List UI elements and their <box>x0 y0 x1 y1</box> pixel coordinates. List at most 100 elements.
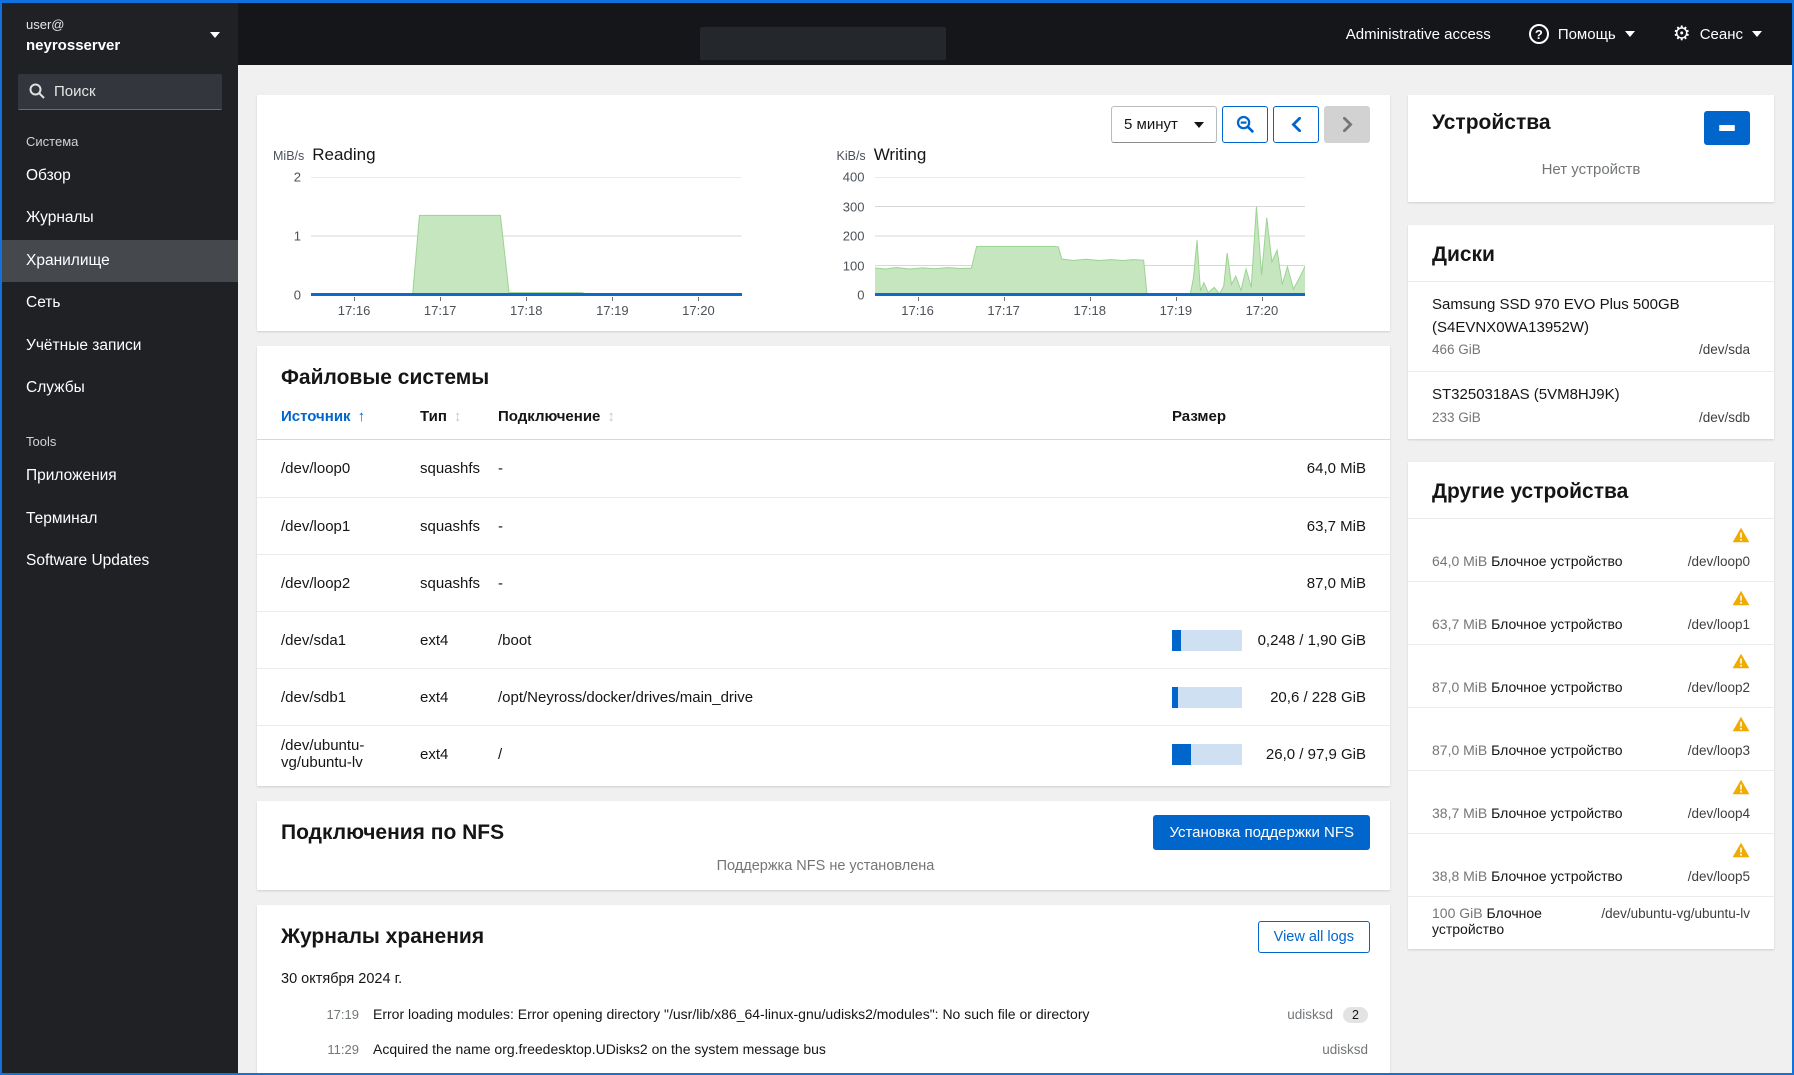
device-path: /dev/loop1 <box>1688 617 1750 632</box>
column-header-type[interactable]: Тип↕ <box>420 408 498 425</box>
log-entry[interactable]: 11:29 Acquired the name org.freedesktop.… <box>281 1032 1370 1066</box>
chevron-down-icon <box>1752 31 1762 37</box>
storage-page: 5 минут MiB/s <box>238 65 1792 1073</box>
writing-plot-area <box>875 177 1306 295</box>
reading-baseline <box>311 293 742 296</box>
scroll-left-button[interactable] <box>1273 106 1319 143</box>
writing-baseline <box>875 293 1306 296</box>
masthead-redacted-area <box>700 27 946 60</box>
sidebar-item-label: Хранилище <box>26 252 110 269</box>
nfs-empty-state: Поддержка NFS не установлена <box>281 850 1370 874</box>
user-menu[interactable]: user@ neyrosserver <box>2 3 238 64</box>
device-path: /dev/loop0 <box>1688 554 1750 569</box>
device-size: 100 GiB <box>1432 905 1483 921</box>
devices-title: Устройства <box>1432 111 1551 135</box>
usage-bar-fill <box>1172 744 1191 765</box>
fs-mount-point: /opt/Neyross/docker/drives/main_drive <box>498 689 1172 706</box>
filesystem-row[interactable]: /dev/sda1 ext4 /boot 0,248 / 1,90 GiB <box>257 611 1390 668</box>
sidebar-item[interactable]: Журналы <box>2 197 238 240</box>
fs-size: 0,248 / 1,90 GiB <box>1258 632 1366 649</box>
disks-list: Samsung SSD 970 EVO Plus 500GB (S4EVNX0W… <box>1408 281 1774 439</box>
fs-size: 63,7 MiB <box>1307 518 1366 535</box>
sidebar-item-label: Приложения <box>26 467 117 484</box>
device-path: /dev/loop3 <box>1688 743 1750 758</box>
user-name: user@ <box>26 15 120 35</box>
help-icon: ? <box>1529 24 1549 44</box>
usage-bar <box>1172 630 1242 651</box>
fs-size: 87,0 MiB <box>1307 575 1366 592</box>
fs-source: /dev/sdb1 <box>281 689 420 706</box>
fs-mount-point: /boot <box>498 632 1172 649</box>
view-all-logs-button[interactable]: View all logs <box>1258 921 1370 953</box>
device-path: /dev/loop2 <box>1688 680 1750 695</box>
usage-bar-fill <box>1172 687 1178 708</box>
fs-type: squashfs <box>420 575 498 592</box>
zoom-out-button[interactable] <box>1222 106 1268 143</box>
log-entry[interactable]: 17:19 Error loading modules: Error openi… <box>281 997 1370 1032</box>
disk-name: Samsung SSD 970 EVO Plus 500GB (S4EVNX0W… <box>1432 294 1750 339</box>
sidebar-item-label: Журналы <box>26 209 94 226</box>
filesystem-row[interactable]: /dev/sdb1 ext4 /opt/Neyross/docker/drive… <box>257 668 1390 725</box>
reading-y-axis: 012 <box>273 177 311 295</box>
filesystem-row[interactable]: /dev/loop1 squashfs - 63,7 MiB <box>257 497 1390 554</box>
administrative-access-button[interactable]: Administrative access <box>1346 26 1491 43</box>
device-name: Блочное устройство <box>1491 805 1622 821</box>
bars-icon <box>1719 125 1735 131</box>
sidebar-item-label: Службы <box>26 379 85 396</box>
fs-mount-point: - <box>498 575 1172 592</box>
session-menu[interactable]: ⚙ Сеанс <box>1673 24 1762 44</box>
other-devices-list: 64,0 MiB Блочное устройство /dev/loop0 6… <box>1408 518 1774 949</box>
column-header-mount[interactable]: Подключение↕ <box>498 408 1172 425</box>
sort-ascending-icon: ↑ <box>358 408 366 425</box>
devices-menu-button[interactable] <box>1704 111 1750 145</box>
filesystem-row[interactable]: /dev/ubuntu-vg/ubuntu-lv ext4 / 26,0 / 9… <box>257 725 1390 782</box>
other-device-row[interactable]: 100 GiB Блочное устройство /dev/ubuntu-v… <box>1408 896 1774 949</box>
usage-bar <box>1172 687 1242 708</box>
warning-icon <box>1732 590 1750 606</box>
sidebar-item[interactable]: Хранилище <box>2 240 238 283</box>
sidebar-item[interactable]: Software Updates <box>2 540 238 583</box>
io-charts-card: 5 минут MiB/s <box>257 95 1390 331</box>
help-menu[interactable]: ? Помощь <box>1529 24 1635 44</box>
column-header-source[interactable]: Источник↑ <box>281 408 420 425</box>
nav-section-system: Система <box>2 122 238 155</box>
reading-chart-title: Reading <box>312 145 375 165</box>
sidebar-item-label: Сеть <box>26 294 60 311</box>
nav-section-tools: Tools <box>2 422 238 455</box>
sidebar-item[interactable]: Обзор <box>2 155 238 198</box>
other-device-row[interactable]: 38,8 MiB Блочное устройство /dev/loop5 <box>1408 833 1774 896</box>
scroll-right-button[interactable] <box>1324 106 1370 143</box>
warning-icon <box>1732 527 1750 543</box>
sidebar-item[interactable]: Сеть <box>2 282 238 325</box>
device-size: 63,7 MiB <box>1432 616 1487 632</box>
sidebar-item[interactable]: Приложения <box>2 455 238 498</box>
sidebar-item[interactable]: Учётные записи <box>2 325 238 368</box>
sidebar-item-label: Software Updates <box>26 552 149 569</box>
other-device-row[interactable]: 38,7 MiB Блочное устройство /dev/loop4 <box>1408 770 1774 833</box>
filesystems-title: Файловые системы <box>257 366 1390 390</box>
writing-chart-unit: KiB/s <box>837 149 866 163</box>
writing-y-axis: 0100200300400 <box>837 177 875 295</box>
disk-row[interactable]: Samsung SSD 970 EVO Plus 500GB (S4EVNX0W… <box>1408 281 1774 371</box>
disks-card: Диски Samsung SSD 970 EVO Plus 500GB (S4… <box>1408 225 1774 439</box>
other-device-row[interactable]: 63,7 MiB Блочное устройство /dev/loop1 <box>1408 581 1774 644</box>
log-time: 17:19 <box>321 1007 359 1022</box>
usage-bar <box>1172 744 1242 765</box>
sidebar-item[interactable]: Службы <box>2 367 238 410</box>
device-path: /dev/loop4 <box>1688 806 1750 821</box>
other-device-row[interactable]: 64,0 MiB Блочное устройство /dev/loop0 <box>1408 518 1774 581</box>
filesystem-row[interactable]: /dev/loop0 squashfs - 64,0 MiB <box>257 440 1390 497</box>
sidebar-item[interactable]: Терминал <box>2 498 238 541</box>
device-name: Блочное устройство <box>1491 868 1622 884</box>
other-device-row[interactable]: 87,0 MiB Блочное устройство /dev/loop2 <box>1408 644 1774 707</box>
search-input[interactable] <box>18 74 222 110</box>
disk-row[interactable]: ST3250318AS (5VM8HJ9K) 233 GiB /dev/sdb <box>1408 371 1774 439</box>
time-range-select[interactable]: 5 минут <box>1111 106 1217 143</box>
fs-source: /dev/sda1 <box>281 632 420 649</box>
install-nfs-button[interactable]: Установка поддержки NFS <box>1153 815 1370 850</box>
filesystem-row[interactable]: /dev/loop2 squashfs - 87,0 MiB <box>257 554 1390 611</box>
devices-empty-state: Нет устройств <box>1408 145 1774 202</box>
other-device-row[interactable]: 87,0 MiB Блочное устройство /dev/loop3 <box>1408 707 1774 770</box>
device-path: /dev/ubuntu-vg/ubuntu-lv <box>1601 906 1750 921</box>
fs-type: ext4 <box>420 689 498 706</box>
